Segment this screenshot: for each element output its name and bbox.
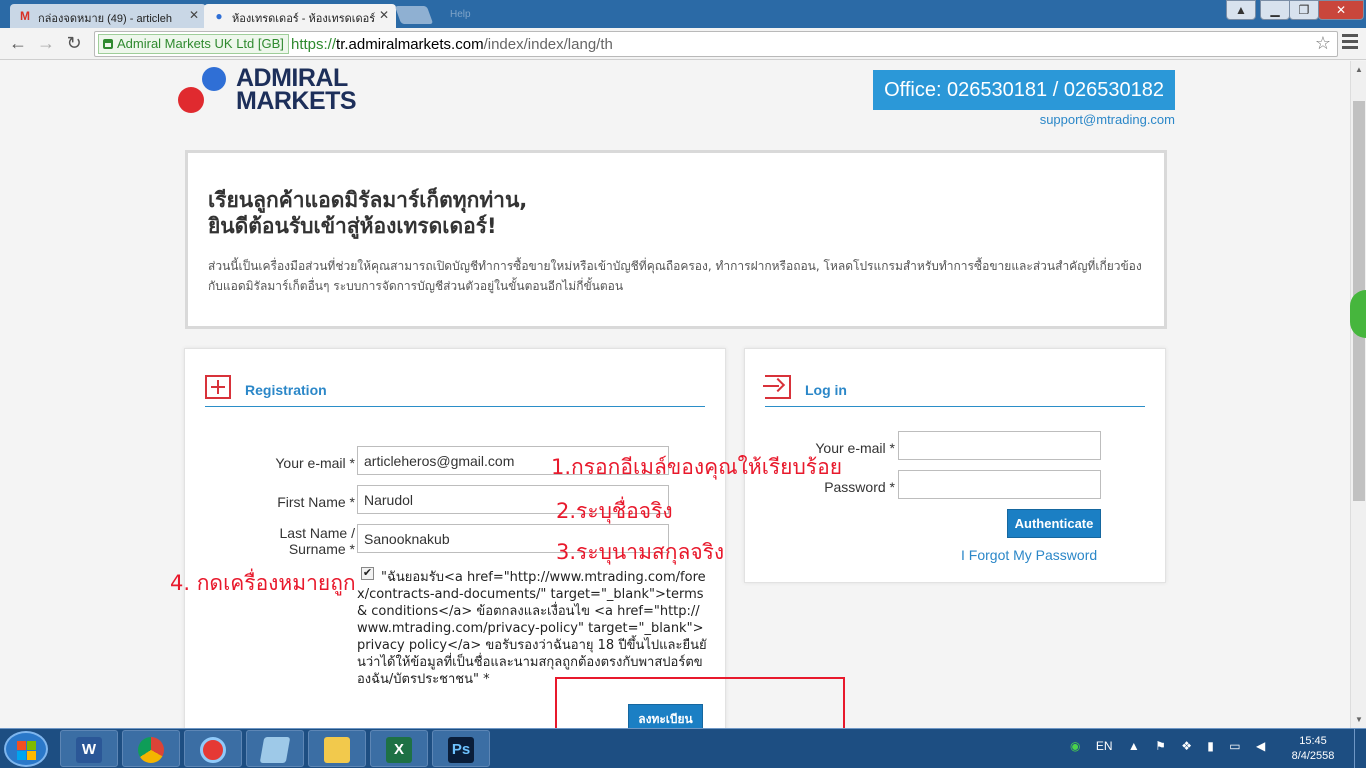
welcome-box: เรียนลูกค้าแอดมิรัลมาร์เก็ตทุกท่าน, ยินด… bbox=[185, 150, 1167, 329]
dropbox-icon[interactable]: ❖ bbox=[1181, 739, 1192, 753]
taskbar-word-icon[interactable]: W bbox=[60, 730, 118, 767]
registration-header: Registration bbox=[205, 375, 705, 407]
welcome-title: เรียนลูกค้าแอดมิรัลมาร์เก็ตทุกท่าน, ยินด… bbox=[208, 188, 528, 238]
admiral-icon: ● bbox=[215, 9, 223, 23]
taskbar-clock[interactable]: 15:45 8/4/2558 bbox=[1283, 734, 1343, 764]
logo-wordmark: ADMIRAL MARKETS bbox=[236, 64, 357, 115]
system-tray: ◉ EN ▲ ⚑ ❖ ▮ ▭ ◀ bbox=[1070, 739, 1277, 753]
ev-certificate-badge[interactable]: Admiral Markets UK Ltd [GB] bbox=[98, 34, 289, 54]
office-phone-banner: Office: 026530181 / 026530182 bbox=[873, 70, 1175, 110]
close-window-button[interactable]: ✕ bbox=[1318, 0, 1364, 20]
login-arrow-icon bbox=[763, 375, 791, 399]
clock-date: 8/4/2558 bbox=[1291, 750, 1335, 762]
close-tab-icon[interactable]: ✕ bbox=[189, 8, 199, 22]
welcome-body: ส่วนนี้เป็นเครื่องมือส่วนที่ช่วยให้คุณสา… bbox=[208, 259, 1142, 293]
url-host: tr.admiralmarkets.com bbox=[336, 36, 484, 53]
url-protocol: https:// bbox=[291, 36, 337, 53]
support-email-link[interactable]: support@mtrading.com bbox=[1040, 112, 1175, 127]
taskbar-chrome-icon[interactable] bbox=[122, 730, 180, 767]
monitor-icon[interactable]: ▭ bbox=[1229, 739, 1240, 753]
login-header: Log in bbox=[763, 375, 1145, 407]
last-name-label: Last Name / Surname * bbox=[279, 525, 355, 557]
minimize-button[interactable]: ▁ bbox=[1260, 0, 1290, 20]
ghost-tab-label: Help bbox=[450, 9, 471, 20]
tab-admiral[interactable]: ● ห้องเทรดเดอร์ - ห้องเทรดเดอร์ ✕ bbox=[204, 4, 396, 28]
side-widget-tab[interactable] bbox=[1350, 290, 1366, 338]
tab-gmail[interactable]: M กล่องจดหมาย (49) - articleh ✕ bbox=[10, 4, 206, 28]
tab-label: กล่องจดหมาย (49) - articleh bbox=[38, 13, 172, 25]
language-indicator[interactable]: EN bbox=[1096, 739, 1113, 753]
annotation-step-1: 1.กรอกอีเมล์ของคุณให้เรียบร้อย bbox=[551, 455, 842, 479]
bookmark-star-icon[interactable]: ☆ bbox=[1315, 33, 1331, 54]
windows-taskbar: W X Ps ◉ EN ▲ ⚑ ❖ ▮ ▭ ◀ 15:45 8/4/2558 bbox=[0, 728, 1366, 768]
reload-icon[interactable]: ↻ bbox=[62, 33, 86, 54]
maximize-button[interactable]: ❐ bbox=[1289, 0, 1319, 20]
scroll-up-icon[interactable]: ▲ bbox=[1351, 65, 1366, 74]
chrome-menu-icon[interactable] bbox=[1342, 34, 1358, 52]
reg-email-label: Your e-mail * bbox=[275, 455, 355, 471]
registration-title: Registration bbox=[245, 382, 327, 398]
authenticate-button[interactable]: Authenticate bbox=[1007, 509, 1101, 538]
taskbar-explorer-icon[interactable] bbox=[308, 730, 366, 767]
annotation-step-4: 4. กดเครื่องหมายถูก bbox=[170, 571, 356, 595]
login-email-input[interactable] bbox=[898, 431, 1101, 460]
url-path: /index/index/lang/th bbox=[483, 36, 613, 53]
windows-start-button[interactable] bbox=[4, 731, 48, 767]
gmail-icon: M bbox=[20, 9, 30, 23]
browser-toolbar: ← → ↻ Admiral Markets UK Ltd [GB] https:… bbox=[0, 28, 1366, 60]
password-input[interactable] bbox=[898, 470, 1101, 499]
admiral-markets-logo[interactable]: ADMIRAL MARKETS bbox=[178, 64, 368, 119]
forgot-password-link[interactable]: I Forgot My Password bbox=[961, 547, 1097, 563]
browser-tab-strip: M กล่องจดหมาย (49) - articleh ✕ ● ห้องเท… bbox=[0, 0, 1366, 28]
first-name-label: First Name * bbox=[277, 494, 355, 510]
scroll-down-icon[interactable]: ▼ bbox=[1351, 715, 1366, 724]
back-arrow-icon[interactable]: ← bbox=[6, 33, 30, 54]
logo-blue-dot bbox=[202, 67, 226, 91]
show-desktop-button[interactable] bbox=[1354, 729, 1366, 768]
terms-text: "ฉันยอมรับ<a href="http://www.mtrading.c… bbox=[357, 570, 707, 687]
tray-expand-icon[interactable]: ▲ bbox=[1128, 739, 1140, 753]
lock-icon bbox=[103, 39, 113, 49]
tab-label: ห้องเทรดเดอร์ - ห้องเทรดเดอร์ bbox=[232, 13, 376, 25]
device-icon[interactable]: ▮ bbox=[1207, 739, 1214, 753]
flag-icon[interactable]: ⚑ bbox=[1155, 739, 1166, 753]
terms-checkbox[interactable]: ✔ bbox=[361, 567, 374, 580]
annotation-step-3: 3.ระบุนามสกุลจริง bbox=[556, 540, 725, 564]
taskbar-photoshop-icon[interactable]: Ps bbox=[432, 730, 490, 767]
network-icon[interactable]: ◉ bbox=[1070, 739, 1080, 753]
page-scrollbar[interactable]: ▲ ▼ bbox=[1350, 61, 1366, 728]
profile-button[interactable]: ▲ bbox=[1226, 0, 1256, 20]
taskbar-notepad-icon[interactable] bbox=[246, 730, 304, 767]
taskbar-browser-icon[interactable] bbox=[184, 730, 242, 767]
annotation-step-2: 2.ระบุชื่อจริง bbox=[556, 499, 673, 523]
url-text[interactable]: https://tr.admiralmarkets.com/index/inde… bbox=[291, 36, 613, 53]
volume-icon[interactable]: ◀ bbox=[1256, 739, 1265, 753]
forward-arrow-icon[interactable]: → bbox=[34, 33, 58, 54]
ev-label: Admiral Markets UK Ltd [GB] bbox=[117, 36, 284, 51]
login-title: Log in bbox=[805, 382, 847, 398]
address-bar[interactable]: Admiral Markets UK Ltd [GB] https://tr.a… bbox=[94, 31, 1338, 57]
new-tab-button[interactable] bbox=[394, 6, 434, 24]
page-viewport: ADMIRAL MARKETS Office: 026530181 / 0265… bbox=[0, 61, 1350, 728]
plus-box-icon bbox=[205, 375, 231, 399]
close-tab-icon[interactable]: ✕ bbox=[379, 8, 389, 22]
logo-red-dot bbox=[178, 87, 204, 113]
clock-time: 15:45 bbox=[1299, 735, 1327, 747]
taskbar-excel-icon[interactable]: X bbox=[370, 730, 428, 767]
